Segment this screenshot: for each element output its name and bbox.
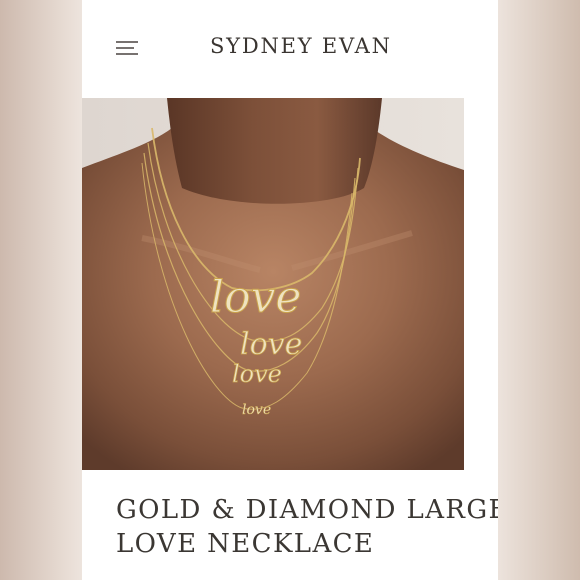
product-title-line1: GOLD & DIAMOND LARGE <box>116 495 498 525</box>
product-page: SYDNEY EVAN love love love love GOLD & D… <box>82 0 498 580</box>
menu-button[interactable] <box>114 36 140 60</box>
hamburger-menu-icon <box>116 41 138 55</box>
product-title-line2: LOVE NECKLACE <box>116 529 375 559</box>
love-charm-small: love <box>232 360 282 388</box>
product-title: GOLD & DIAMOND LARGE LOVE NECKLACE <box>116 493 498 561</box>
love-charm-medium: love <box>240 327 302 362</box>
brand-logo[interactable]: SYDNEY EVAN <box>210 34 470 58</box>
product-image[interactable]: love love love love <box>82 98 464 470</box>
love-charm-large: love <box>210 272 301 323</box>
love-charm-tiny: love <box>242 402 271 418</box>
site-header: SYDNEY EVAN <box>82 0 498 98</box>
necklace-model-photo: love love love love <box>82 98 464 470</box>
